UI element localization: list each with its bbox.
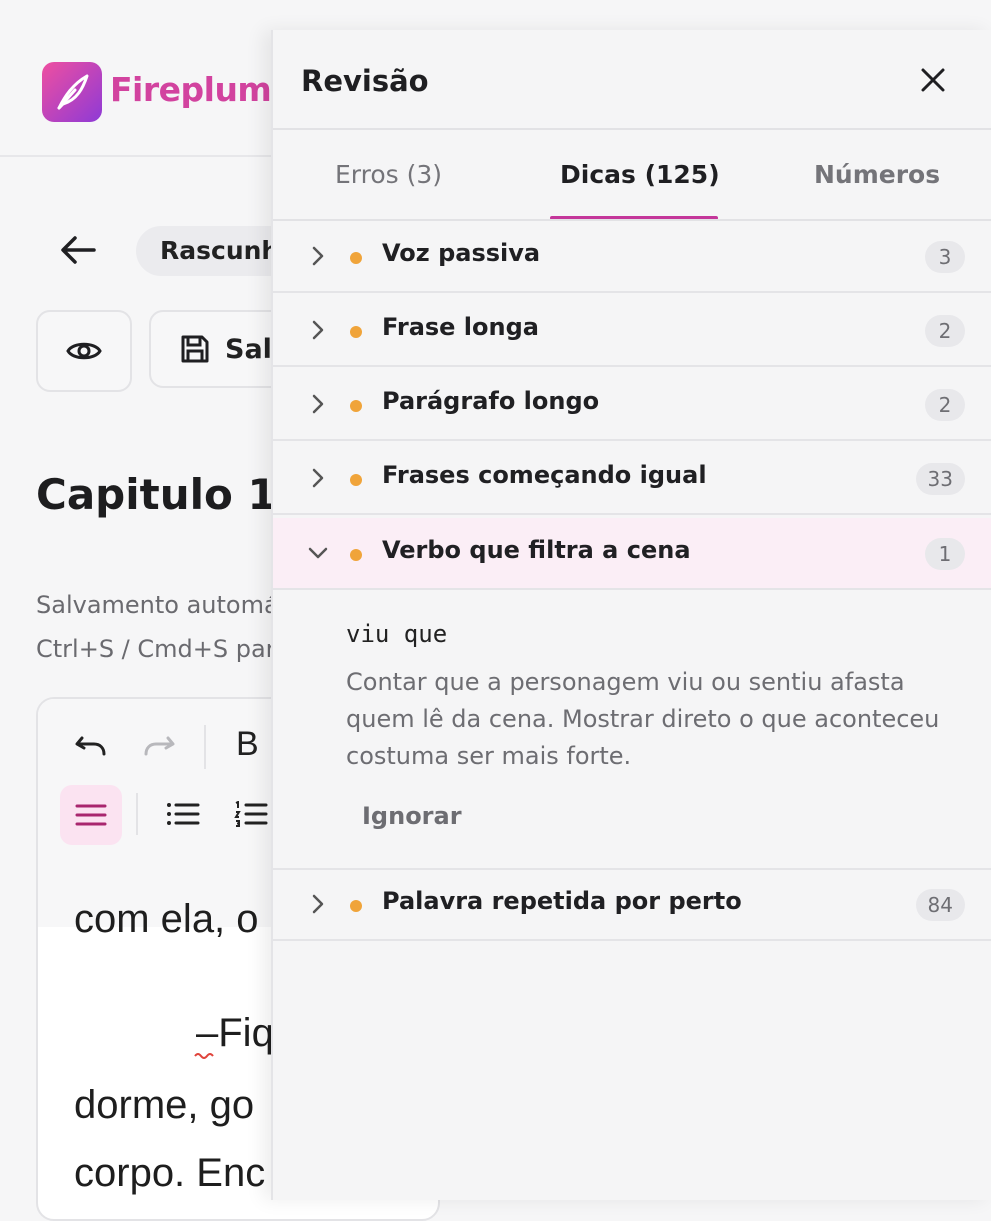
redo-icon [144,736,175,756]
editor-text-line: com ela, o [74,897,259,941]
suggestion-explanation: Contar que a personagem viu ou sentiu af… [346,668,940,770]
suggestion-row-long-sentence[interactable]: Frase longa 2 [273,295,991,367]
back-button[interactable] [56,228,100,272]
suggestion-label: Voz passiva [382,239,541,267]
bullet-list-icon [167,803,200,825]
count-badge: 2 [925,389,965,421]
tab-numbers[interactable]: Números [814,160,940,189]
count-badge: 3 [925,241,965,273]
numbered-list-button[interactable] [228,791,274,837]
close-button[interactable] [913,60,953,100]
suggestion-label: Palavra repetida por perto [382,887,742,915]
header-divider [273,128,991,130]
suggestion-label: Frases começando igual [382,461,707,489]
suggestion-row-long-paragraph[interactable]: Parágrafo longo 2 [273,369,991,441]
suggestion-row-repeated-word[interactable]: Palavra repetida por perto 84 [273,869,991,941]
tab-errors[interactable]: Erros (3) [335,160,442,189]
toolbar-divider [204,725,206,769]
severity-dot [350,549,362,561]
suggestion-label: Verbo que filtra a cena [382,536,691,564]
preview-button[interactable] [36,310,132,392]
ignore-button[interactable]: Ignorar [362,802,462,830]
redo-button[interactable] [136,723,182,769]
chevron-right-icon [307,245,329,267]
severity-dot [350,252,362,264]
close-icon [921,68,945,92]
count-badge: 2 [925,315,965,347]
chevron-right-icon [307,319,329,341]
align-justify-icon [75,804,107,826]
brand-name: Fireplume [110,70,294,109]
flagged-phrase[interactable]: viu que [346,620,447,648]
suggestion-row-passive-voice[interactable]: Voz passiva 3 [273,221,991,293]
chapter-title: Capitulo 1 [36,470,277,519]
severity-dot [350,900,362,912]
suggestion-row-filter-verb[interactable]: Verbo que filtra a cena 1 [273,518,991,590]
editor-text-line: corpo. Enc [74,1151,266,1195]
bullet-list-button[interactable] [160,791,206,837]
count-badge: 1 [925,538,965,570]
editor-text-line: dorme, go [74,1083,255,1127]
chevron-right-icon [307,467,329,489]
toolbar-divider [136,793,138,835]
undo-button[interactable] [68,723,114,769]
suggestion-label: Frase longa [382,313,539,341]
bold-button[interactable]: B [236,725,259,764]
spellcheck-underline [194,1053,214,1059]
arrow-left-icon [61,236,96,264]
severity-dot [350,326,362,338]
chevron-right-icon [307,893,329,915]
suggestion-detail: viu que Contar que a personagem viu ou s… [273,592,991,870]
count-badge: 84 [915,889,965,921]
count-badge: 33 [915,463,965,495]
severity-dot [350,400,362,412]
severity-dot [350,474,362,486]
numbered-list-icon [234,801,268,827]
eye-icon [66,342,102,360]
review-panel: Revisão Erros (3) Dicas (125) Números Vo… [271,30,991,1200]
panel-title: Revisão [301,64,429,98]
tab-tips[interactable]: Dicas (125) [560,160,720,189]
floppy-disk-icon [181,335,209,363]
editor-text-line: –Fiq [196,1011,274,1055]
suggestion-label: Parágrafo longo [382,387,600,415]
suggestion-row-same-start[interactable]: Frases começando igual 33 [273,443,991,515]
chevron-down-icon [307,542,329,564]
undo-icon [75,736,106,756]
feather-logo-icon [42,62,102,122]
align-left-button[interactable] [60,785,122,845]
chevron-right-icon [307,393,329,415]
